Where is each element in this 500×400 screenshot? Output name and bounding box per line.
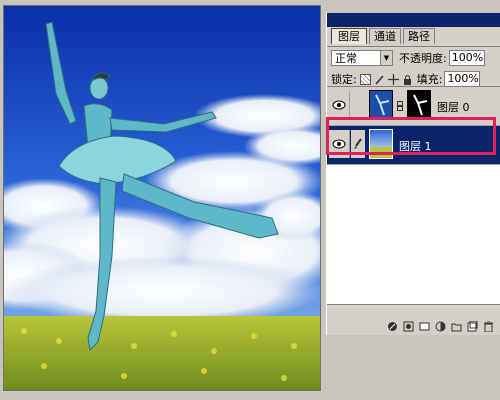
fill-value: 100% xyxy=(447,72,479,85)
document-canvas[interactable] xyxy=(3,5,321,391)
fill-label: 填充: xyxy=(416,73,443,86)
layers-list: 图层 0 图层 1 xyxy=(327,86,500,305)
opacity-field[interactable]: 100% xyxy=(448,50,485,66)
lock-paint-icon[interactable] xyxy=(374,74,385,85)
palette-bottom-bar xyxy=(327,317,500,335)
tab-layers-label: 图层 xyxy=(338,30,360,43)
layers-palette: 图层 通道 路径 正常 ▼ 不透明度: 100% 锁定: 填充: 100% 图层… xyxy=(326,13,500,335)
layer-thumbnail[interactable] xyxy=(369,129,393,159)
new-group-icon[interactable] xyxy=(451,321,462,332)
trash-icon[interactable] xyxy=(483,320,494,332)
layer-row-0[interactable]: 图层 0 xyxy=(327,87,500,126)
chain-link-icon[interactable] xyxy=(397,101,403,114)
tab-paths-label: 路径 xyxy=(408,30,430,43)
layer-name[interactable]: 图层 1 xyxy=(399,138,432,154)
adjustment-icon[interactable] xyxy=(435,321,446,332)
layer-row-1[interactable]: 图层 1 xyxy=(327,126,500,165)
layer-link-cell[interactable] xyxy=(351,91,365,119)
eye-icon[interactable] xyxy=(329,130,350,158)
palette-title-bar[interactable] xyxy=(327,13,500,27)
mask-icon[interactable] xyxy=(419,321,430,332)
tab-layers[interactable]: 图层 xyxy=(331,28,367,44)
lock-label: 锁定: xyxy=(331,73,357,86)
lock-all-icon[interactable] xyxy=(402,74,413,85)
tab-paths[interactable]: 路径 xyxy=(403,28,435,44)
tab-channels[interactable]: 通道 xyxy=(369,28,401,44)
layer-thumbnail[interactable] xyxy=(369,90,393,120)
flower-field xyxy=(4,316,320,390)
opacity-label: 不透明度: xyxy=(399,52,447,65)
dropdown-arrow-icon: ▼ xyxy=(380,51,392,65)
tab-channels-label: 通道 xyxy=(374,30,396,43)
layer-mask-thumbnail[interactable] xyxy=(407,90,431,120)
blend-mode-value: 正常 xyxy=(335,52,357,65)
composite-image xyxy=(4,6,320,390)
lock-transparency-icon[interactable] xyxy=(359,73,371,85)
link-layers-icon[interactable] xyxy=(387,321,398,332)
blend-opacity-row: 正常 ▼ 不透明度: 100% xyxy=(331,48,500,68)
brush-icon[interactable] xyxy=(351,130,365,158)
blend-mode-select[interactable]: 正常 ▼ xyxy=(331,50,393,66)
layer-name[interactable]: 图层 0 xyxy=(437,99,470,115)
opacity-value: 100% xyxy=(451,51,484,64)
lock-move-icon[interactable] xyxy=(387,73,399,85)
eye-icon[interactable] xyxy=(329,91,350,119)
layer-style-icon[interactable] xyxy=(403,321,414,332)
fill-field[interactable]: 100% xyxy=(444,71,481,87)
new-layer-icon[interactable] xyxy=(467,320,478,332)
